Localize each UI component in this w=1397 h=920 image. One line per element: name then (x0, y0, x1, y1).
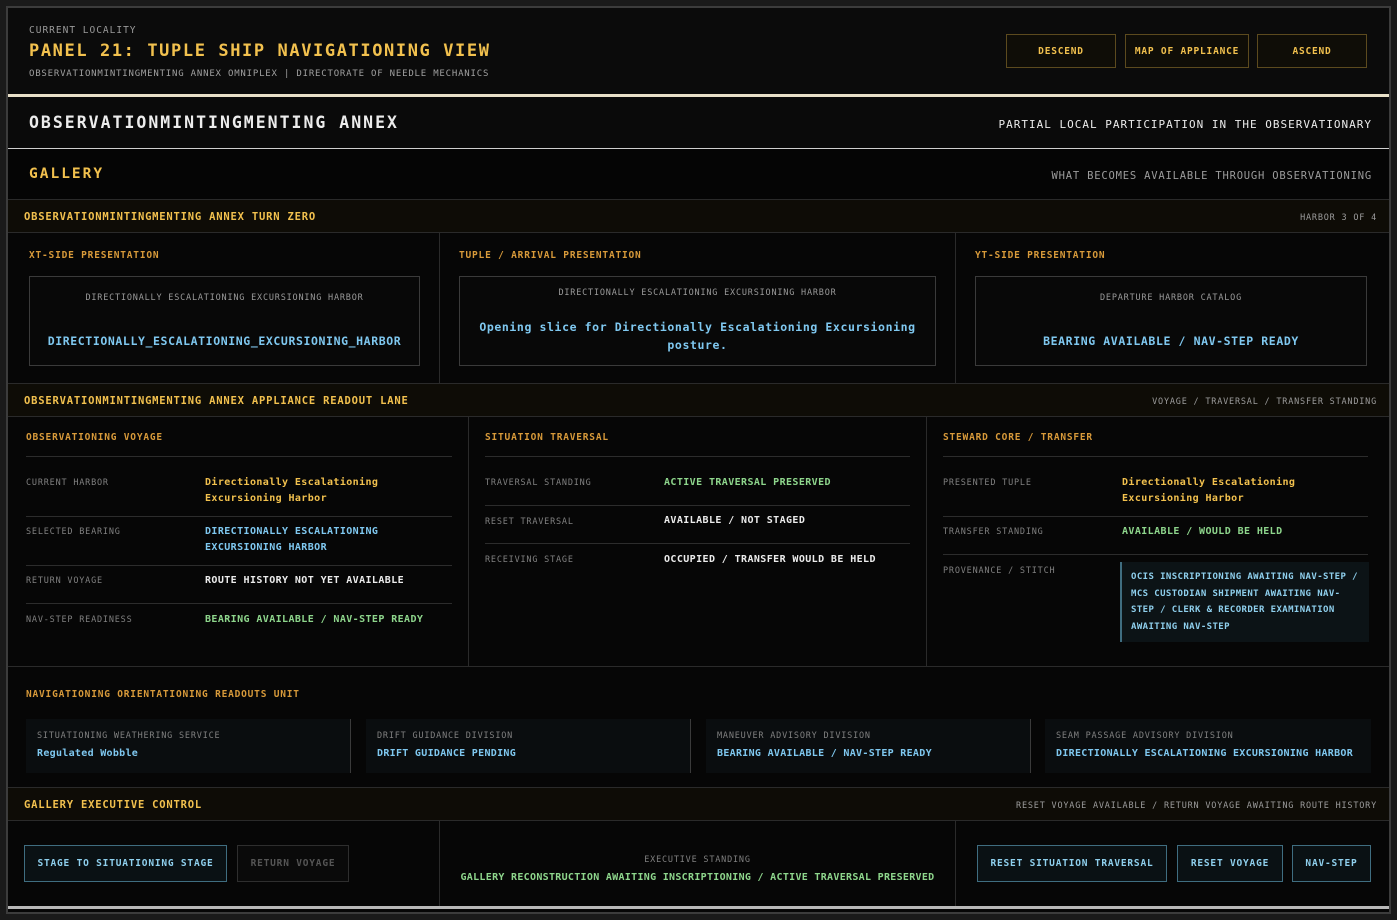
reset-voyage-button[interactable]: RESET VOYAGE (1177, 845, 1283, 882)
selected-bearing-label: SELECTED BEARING (26, 527, 121, 537)
drift-guidance-value: DRIFT GUIDANCE PENDING (377, 748, 517, 759)
presented-tuple-label: PRESENTED TUPLE (943, 478, 1032, 488)
divider (26, 603, 452, 604)
current-harbor-label: CURRENT HARBOR (26, 478, 109, 488)
stage-to-situationing-stage-button[interactable]: STAGE TO SITUATIONING STAGE (24, 845, 227, 882)
xt-side-value: DIRECTIONALLY_ESCALATIONING_EXCURSIONING… (47, 334, 402, 348)
yt-side-value: BEARING AVAILABLE / NAV-STEP READY (1043, 334, 1299, 348)
traversal-heading: SITUATION TRAVERSAL (485, 432, 609, 443)
presented-tuple-value: Directionally Escalationing Excursioning… (1122, 477, 1296, 504)
executive-control-title: GALLERY EXECUTIVE CONTROL (24, 799, 203, 811)
drift-guidance-cell: DRIFT GUIDANCE DIVISION DRIFT GUIDANCE P… (366, 719, 691, 773)
turn-zero-title: OBSERVATIONMINTINGMENTING ANNEX TURN ZER… (24, 211, 316, 223)
harbor-count: HARBOR 3 OF 4 (1300, 213, 1377, 223)
seam-passage-value: DIRECTIONALLY ESCALATIONING EXCURSIONING… (1056, 748, 1354, 759)
descend-button[interactable]: DESCEND (1006, 34, 1116, 68)
divider (26, 565, 452, 566)
provenance-stitch-value: OCIS INSCRIPTIONING AWAITING NAV-STEP / … (1120, 562, 1369, 642)
locality-kicker: CURRENT LOCALITY (29, 25, 137, 36)
yt-side-heading: YT-SIDE PRESENTATION (975, 250, 1106, 261)
executive-standing-value: GALLERY RECONSTRUCTION AWAITING INSCRIPT… (460, 872, 935, 883)
traversal-standing-label: TRAVERSAL STANDING (485, 478, 592, 488)
provenance-stitch-label: PROVENANCE / STITCH (943, 566, 1056, 576)
nav-step-readiness-label: NAV-STEP READINESS (26, 615, 133, 625)
divider (26, 456, 452, 457)
readout-lane-title: OBSERVATIONMINTINGMENTING ANNEX APPLIANC… (24, 395, 409, 407)
turn-zero-band: OBSERVATIONMINTINGMENTING ANNEX TURN ZER… (8, 199, 1389, 233)
page-subtitle: OBSERVATIONMINTINGMENTING ANNEX OMNIPLEX… (29, 69, 490, 79)
gallery-caption: WHAT BECOMES AVAILABLE THROUGH OBSERVATI… (1051, 170, 1372, 182)
orientation-heading: NAVIGATIONING ORIENTATIONING READOUTS UN… (26, 689, 300, 700)
readout-lane-caption: VOYAGE / TRAVERSAL / TRANSFER STANDING (1152, 397, 1377, 407)
yt-side-card: DEPARTURE HARBOR CATALOG BEARING AVAILAB… (975, 276, 1367, 366)
annex-bar: OBSERVATIONMINTINGMENTING ANNEX PARTIAL … (8, 97, 1389, 149)
xt-side-card: DIRECTIONALLY ESCALATIONING EXCURSIONING… (29, 276, 420, 366)
xt-side-heading: XT-SIDE PRESENTATION (29, 250, 160, 261)
steward-heading: STEWARD CORE / TRANSFER (943, 432, 1093, 443)
divider (943, 516, 1368, 517)
executive-left-group: STAGE TO SITUATIONING STAGE RETURN VOYAG… (8, 821, 440, 906)
executive-control-caption: RESET VOYAGE AVAILABLE / RETURN VOYAGE A… (1016, 801, 1377, 811)
panel-frame: CURRENT LOCALITY PANEL 21: TUPLE SHIP NA… (6, 6, 1391, 914)
divider (485, 456, 910, 457)
selected-bearing-value: DIRECTIONALLY ESCALATIONING EXCURSIONING… (205, 526, 379, 553)
xt-side-column: XT-SIDE PRESENTATION DIRECTIONALLY ESCAL… (8, 233, 440, 383)
voyage-column: OBSERVATIONING VOYAGE CURRENT HARBOR Dir… (8, 417, 469, 666)
yt-side-column: YT-SIDE PRESENTATION DEPARTURE HARBOR CA… (956, 233, 1389, 383)
panel-header: CURRENT LOCALITY PANEL 21: TUPLE SHIP NA… (8, 8, 1389, 95)
ascend-button[interactable]: ASCEND (1257, 34, 1367, 68)
return-voyage-value: ROUTE HISTORY NOT YET AVAILABLE (205, 575, 405, 586)
weathering-service-value: Regulated Wobble (37, 748, 139, 759)
tuple-arrival-heading: TUPLE / ARRIVAL PRESENTATION (459, 250, 642, 261)
divider (943, 554, 1368, 555)
yt-side-caption: DEPARTURE HARBOR CATALOG (1099, 293, 1243, 303)
divider (943, 456, 1368, 457)
transfer-standing-value: AVAILABLE / WOULD BE HELD (1122, 526, 1283, 537)
traversal-standing-value: ACTIVE TRAVERSAL PRESERVED (664, 477, 831, 488)
executive-standing-group: EXECUTIVE STANDING GALLERY RECONSTRUCTIO… (440, 821, 956, 906)
tuple-arrival-value: Opening slice for Directionally Escalati… (479, 320, 916, 352)
return-voyage-label: RETURN VOYAGE (26, 576, 103, 586)
reset-traversal-label: RESET TRAVERSAL (485, 517, 574, 527)
reset-traversal-value: AVAILABLE / NOT STAGED (664, 515, 806, 526)
tuple-arrival-column: TUPLE / ARRIVAL PRESENTATION DIRECTIONAL… (440, 233, 956, 383)
reset-situation-traversal-button[interactable]: RESET SITUATION TRAVERSAL (977, 845, 1167, 882)
nav-step-button[interactable]: NAV-STEP (1292, 845, 1371, 882)
receiving-stage-label: RECEIVING STAGE (485, 555, 574, 565)
return-voyage-button[interactable]: RETURN VOYAGE (237, 845, 349, 882)
tuple-arrival-card: DIRECTIONALLY ESCALATIONING EXCURSIONING… (459, 276, 936, 366)
executive-control-band: GALLERY EXECUTIVE CONTROL RESET VOYAGE A… (8, 787, 1389, 821)
nav-step-readiness-value: BEARING AVAILABLE / NAV-STEP READY (205, 614, 424, 625)
maneuver-advisory-label: MANEUVER ADVISORY DIVISION (717, 731, 871, 741)
tuple-arrival-caption: DIRECTIONALLY ESCALATIONING EXCURSIONING… (558, 288, 837, 298)
gallery-title: GALLERY (29, 166, 105, 182)
annex-title: OBSERVATIONMINTINGMENTING ANNEX (29, 113, 399, 132)
orientation-readouts-unit: NAVIGATIONING ORIENTATIONING READOUTS UN… (8, 666, 1389, 787)
seam-passage-cell: SEAM PASSAGE ADVISORY DIVISION DIRECTION… (1045, 719, 1371, 773)
executive-standing-label: EXECUTIVE STANDING (644, 855, 751, 865)
receiving-stage-value: OCCUPIED / TRANSFER WOULD BE HELD (664, 554, 876, 565)
divider (485, 543, 910, 544)
page-title: PANEL 21: TUPLE SHIP NAVIGATIONING VIEW (29, 41, 491, 61)
traversal-column: SITUATION TRAVERSAL TRAVERSAL STANDING A… (469, 417, 927, 666)
weathering-service-label: SITUATIONING WEATHERING SERVICE (37, 731, 221, 741)
readout-lane-band: OBSERVATIONMINTINGMENTING ANNEX APPLIANC… (8, 383, 1389, 417)
transfer-standing-label: TRANSFER STANDING (943, 527, 1044, 537)
weathering-service-cell: SITUATIONING WEATHERING SERVICE Regulate… (26, 719, 351, 773)
xt-side-caption: DIRECTIONALLY ESCALATIONING EXCURSIONING… (85, 293, 364, 303)
drift-guidance-label: DRIFT GUIDANCE DIVISION (377, 731, 514, 741)
annex-participation: PARTIAL LOCAL PARTICIPATION IN THE OBSER… (998, 118, 1372, 131)
executive-right-group: RESET SITUATION TRAVERSAL RESET VOYAGE N… (956, 821, 1389, 906)
current-harbor-value: Directionally Escalationing Excursioning… (205, 477, 379, 504)
footer-divider (8, 906, 1389, 909)
maneuver-advisory-cell: MANEUVER ADVISORY DIVISION BEARING AVAIL… (706, 719, 1031, 773)
voyage-heading: OBSERVATIONING VOYAGE (26, 432, 163, 443)
gallery-bar: GALLERY WHAT BECOMES AVAILABLE THROUGH O… (8, 149, 1389, 199)
divider (485, 505, 910, 506)
map-of-appliance-button[interactable]: MAP OF APPLIANCE (1125, 34, 1249, 68)
maneuver-advisory-value: BEARING AVAILABLE / NAV-STEP READY (717, 748, 932, 759)
seam-passage-label: SEAM PASSAGE ADVISORY DIVISION (1056, 731, 1234, 741)
divider (26, 516, 452, 517)
